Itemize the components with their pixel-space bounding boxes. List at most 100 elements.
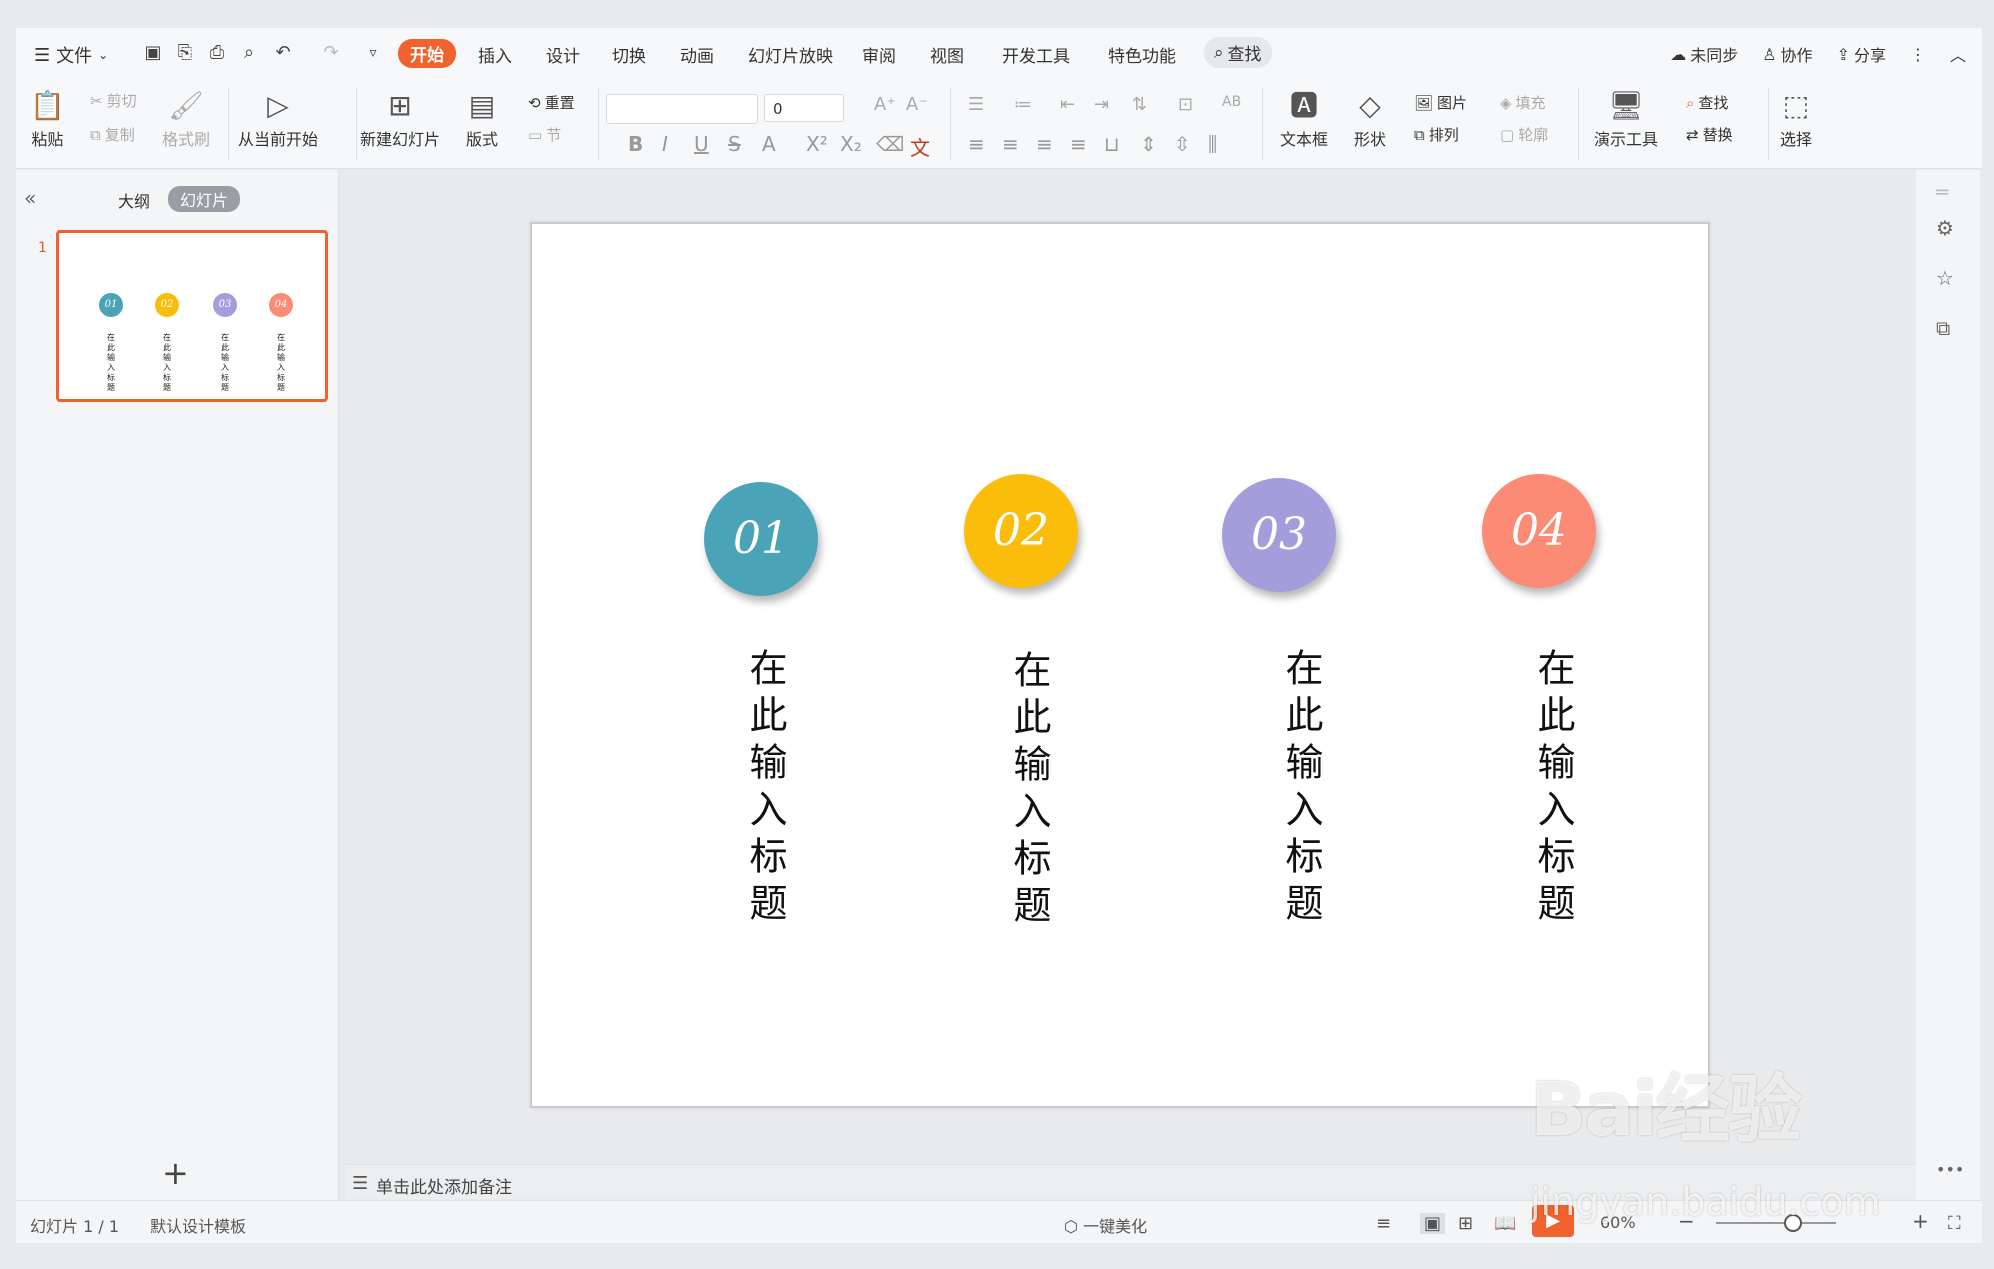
monitor-icon: 🖥 [1608, 89, 1644, 122]
tab-animations[interactable]: 动画 [680, 42, 714, 67]
share-button[interactable]: ⇪ 分享 [1837, 42, 1886, 66]
align-center-icon[interactable]: ≡ [1002, 132, 1019, 156]
new-slide-button[interactable]: ⊞ 新建幻灯片 [360, 86, 440, 150]
collaborate-button[interactable]: ♙ 协作 [1762, 42, 1812, 66]
save-icon[interactable]: ▣ [142, 42, 164, 64]
animation-icon[interactable]: ☆ [1936, 266, 1954, 290]
font-size-select[interactable]: 0 [764, 94, 844, 122]
section-button[interactable]: ▭ 节 [528, 124, 561, 145]
undo-icon[interactable]: ↶ [272, 42, 294, 64]
arrange-button[interactable]: ⧉ 排列 [1414, 124, 1459, 145]
underline-icon[interactable]: U [694, 132, 709, 156]
vertical-scrollbar[interactable] [1902, 176, 1914, 1166]
slide-thumbnail[interactable]: 01 02 03 04 在此输入标题 在此输入标题 在此输入标题 在此输入标题 [56, 230, 328, 402]
italic-icon[interactable]: I [662, 132, 668, 156]
tab-review[interactable]: 审阅 [862, 42, 896, 67]
number-circle-02[interactable]: 02 [964, 474, 1078, 588]
number-circle-01[interactable]: 01 [704, 482, 818, 596]
select-button[interactable]: ⬚ 选择 [1780, 86, 1812, 150]
title-placeholder-2[interactable]: 在此输入标题 [998, 650, 1052, 932]
textbox-button[interactable]: 🅰 文本框 [1280, 86, 1328, 150]
properties-icon[interactable]: ⚙ [1936, 216, 1954, 240]
justify-icon[interactable]: ≡ [1070, 132, 1087, 156]
bullets-icon[interactable]: ☰ [968, 94, 984, 115]
tab-home[interactable]: 开始 [398, 39, 456, 68]
line-spacing-icon[interactable]: ⇕ [1140, 132, 1157, 156]
strikethrough-icon[interactable]: S [728, 132, 741, 156]
tab-slideshow[interactable]: 幻灯片放映 [748, 42, 833, 67]
customize-quick-access-icon[interactable]: ▿ [362, 42, 384, 64]
align-left-icon[interactable]: ≡ [968, 132, 985, 156]
tab-transitions[interactable]: 切换 [612, 42, 646, 67]
tab-slides[interactable]: 幻灯片 [168, 186, 241, 212]
slide[interactable]: 01 02 03 04 在此输入标题 在此输入标题 在此输入标题 在此输入标题 [530, 222, 1710, 1108]
redo-icon[interactable]: ↷ [320, 42, 342, 64]
reading-view-icon[interactable]: 📖 [1494, 1213, 1516, 1234]
number-circle-04[interactable]: 04 [1482, 474, 1596, 588]
more-icon[interactable]: ••• [1936, 1160, 1964, 1179]
copy-button[interactable]: ⧉ 复制 [90, 124, 135, 145]
print-icon[interactable]: ⎙ [206, 42, 228, 64]
template-name[interactable]: 默认设计模板 [150, 1213, 246, 1237]
more-options-icon[interactable]: ⋮ [1910, 45, 1926, 64]
replace-button[interactable]: ⇄ 替换 [1686, 124, 1733, 145]
cut-button[interactable]: ✂ 剪切 [90, 90, 137, 111]
find-button[interactable]: ⌕ 查找 [1686, 92, 1728, 113]
account-tools: ☁ 未同步 ♙ 协作 ⇪ 分享 ⋮ ︿ [1670, 42, 1966, 66]
text-direction-icon[interactable]: ⇅ [1132, 94, 1147, 115]
numbering-icon[interactable]: ≔ [1014, 94, 1032, 115]
title-placeholder-4[interactable]: 在此输入标题 [1522, 648, 1576, 930]
subscript-icon[interactable]: X₂ [840, 132, 862, 156]
slide-switch-icon[interactable]: ⧉ [1936, 316, 1950, 340]
collapse-panel-icon[interactable]: « [24, 186, 36, 210]
normal-view-icon[interactable]: ▣ [1420, 1213, 1446, 1234]
align-right-icon[interactable]: ≡ [1036, 132, 1053, 156]
increase-indent-icon[interactable]: ⇥ [1094, 94, 1109, 115]
tab-view[interactable]: 视图 [930, 42, 964, 67]
font-color-icon[interactable]: A [762, 132, 776, 156]
fit-window-icon[interactable]: ⛶ [1948, 1213, 1961, 1234]
convert-smartart-icon[interactable]: AB [1222, 94, 1241, 110]
columns-icon[interactable]: ⫼ [1208, 132, 1217, 156]
print-preview-icon[interactable]: ⌕ [238, 42, 260, 64]
increase-font-icon[interactable]: A⁺ [874, 94, 896, 115]
paragraph-spacing-icon[interactable]: ⇳ [1174, 132, 1191, 156]
notes-toggle-icon[interactable]: ≡ [1376, 1213, 1391, 1234]
output-pdf-icon[interactable]: ⎘ [174, 42, 196, 64]
fill-button[interactable]: ◈ 填充 [1500, 92, 1546, 113]
shape-button[interactable]: ◇ 形状 [1354, 86, 1386, 150]
layout-button[interactable]: ▤ 版式 [466, 86, 498, 150]
phonetic-guide-icon[interactable]: 文 [910, 132, 930, 161]
title-placeholder-3[interactable]: 在此输入标题 [1270, 648, 1324, 930]
align-text-icon[interactable]: ⊡ [1178, 94, 1193, 115]
distributed-icon[interactable]: ⊔ [1104, 132, 1120, 156]
beautify-button[interactable]: ⬡ 一键美化 [1064, 1213, 1147, 1237]
number-circle-03[interactable]: 03 [1222, 478, 1336, 592]
tab-special-features[interactable]: 特色功能 [1108, 42, 1176, 67]
add-slide-icon[interactable]: + [162, 1154, 189, 1192]
search-command[interactable]: ⌕ 查找 [1204, 37, 1272, 68]
decrease-font-icon[interactable]: A⁻ [906, 94, 928, 115]
title-placeholder-1[interactable]: 在此输入标题 [734, 648, 788, 930]
superscript-icon[interactable]: X² [806, 132, 828, 156]
format-painter-button[interactable]: 🖌 格式刷 [162, 86, 210, 150]
presenter-tools-button[interactable]: 🖥 演示工具 [1594, 86, 1658, 150]
reset-button[interactable]: ⟲ 重置 [528, 92, 575, 113]
clear-format-icon[interactable]: ⌫ [876, 132, 904, 156]
file-menu-button[interactable]: ☰ 文件 ⌄ [34, 42, 108, 68]
picture-button[interactable]: 🖼 图片 [1414, 92, 1467, 113]
collapse-ribbon-icon[interactable]: ︿ [1950, 42, 1966, 66]
tab-outline[interactable]: 大纲 [118, 188, 150, 212]
zoom-in-icon[interactable]: + [1912, 1209, 1929, 1233]
outline-button[interactable]: ▢ 轮廓 [1500, 124, 1548, 145]
font-family-select[interactable] [606, 94, 758, 124]
sync-button[interactable]: ☁ 未同步 [1670, 42, 1738, 66]
tab-design[interactable]: 设计 [546, 42, 580, 67]
tab-insert[interactable]: 插入 [478, 42, 512, 67]
decrease-indent-icon[interactable]: ⇤ [1060, 94, 1075, 115]
play-from-current-button[interactable]: ▷ 从当前开始 [238, 86, 318, 150]
paste-button[interactable]: 📋 粘贴 [30, 86, 65, 150]
bold-icon[interactable]: B [628, 132, 643, 156]
tab-developer[interactable]: 开发工具 [1002, 42, 1070, 67]
slide-sorter-icon[interactable]: ⊞ [1458, 1213, 1473, 1234]
